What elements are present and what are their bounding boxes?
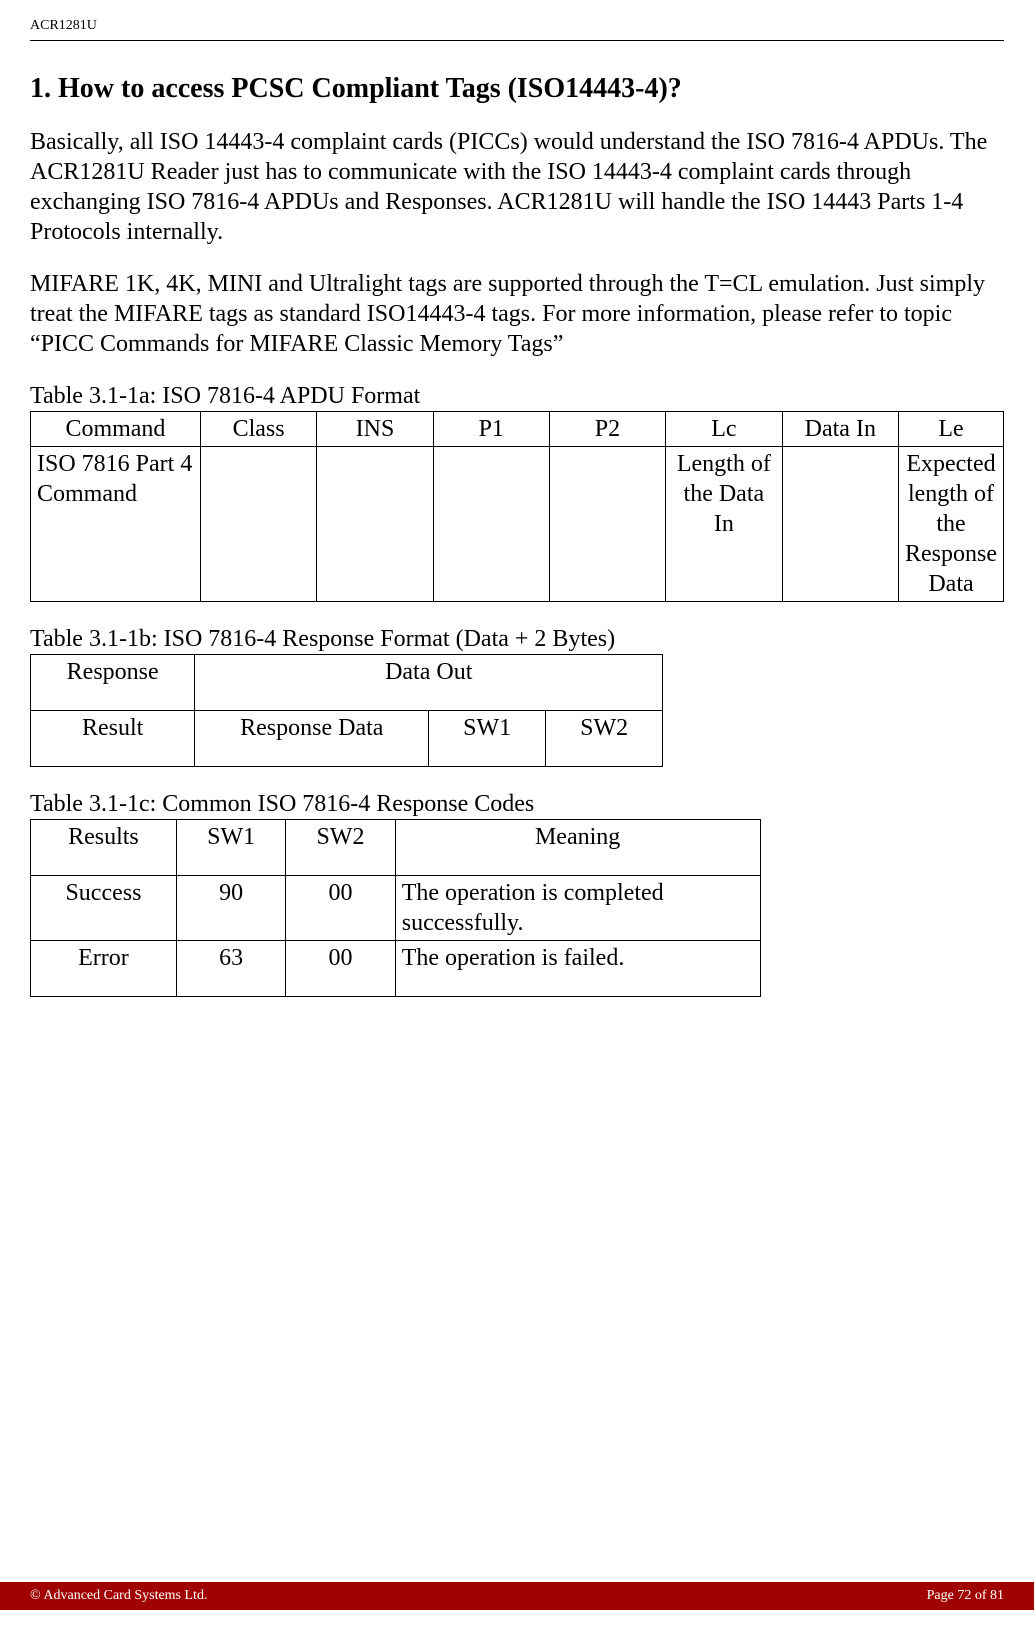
table-cell: ISO 7816 Part 4 Command bbox=[31, 447, 201, 602]
table-row: Command Class INS P1 P2 Lc Data In Le bbox=[31, 412, 1004, 447]
header-divider bbox=[30, 40, 1004, 41]
table-cell bbox=[200, 447, 316, 602]
footer-copyright: © Advanced Card Systems Ltd. bbox=[30, 1588, 207, 1604]
table-header-cell: P2 bbox=[549, 412, 665, 447]
table-cell: SW2 bbox=[546, 711, 663, 767]
table-header-cell: Data In bbox=[782, 412, 898, 447]
section-title: 1. How to access PCSC Compliant Tags (IS… bbox=[30, 73, 1004, 105]
table-c: Results SW1 SW2 Meaning Success 90 00 Th… bbox=[30, 819, 761, 997]
table-cell: Response Data bbox=[195, 711, 429, 767]
table-cell bbox=[433, 447, 549, 602]
table-cell: 00 bbox=[286, 941, 395, 997]
table-cell: Result bbox=[31, 711, 195, 767]
table-header-cell: Class bbox=[200, 412, 316, 447]
table-cell: The operation is failed. bbox=[395, 941, 760, 997]
table-cell: Error bbox=[31, 941, 177, 997]
table-c-caption: Table 3.1-1c: Common ISO 7816-4 Response… bbox=[30, 789, 1004, 819]
footer-page-number: Page 72 of 81 bbox=[927, 1588, 1004, 1604]
table-row: Error 63 00 The operation is failed. bbox=[31, 941, 761, 997]
table-row: ISO 7816 Part 4 Command Length of the Da… bbox=[31, 447, 1004, 602]
table-b-caption: Table 3.1-1b: ISO 7816-4 Response Format… bbox=[30, 624, 1004, 654]
page: ACR1281U 1. How to access PCSC Compliant… bbox=[0, 0, 1034, 1628]
table-row: Response Data Out bbox=[31, 655, 663, 711]
table-a-caption: Table 3.1-1a: ISO 7816-4 APDU Format bbox=[30, 381, 1004, 411]
table-header-cell: Lc bbox=[666, 412, 783, 447]
table-cell: Data Out bbox=[195, 655, 663, 711]
table-cell: 90 bbox=[176, 876, 285, 941]
table-row: Success 90 00 The operation is completed… bbox=[31, 876, 761, 941]
page-footer: © Advanced Card Systems Ltd. Page 72 of … bbox=[0, 1582, 1034, 1610]
table-header-cell: Le bbox=[898, 412, 1003, 447]
table-cell: The operation is completed successfully. bbox=[395, 876, 760, 941]
table-cell: 00 bbox=[286, 876, 395, 941]
paragraph-intro-2: MIFARE 1K, 4K, MINI and Ultralight tags … bbox=[30, 269, 1004, 359]
table-cell bbox=[782, 447, 898, 602]
table-header-cell: SW2 bbox=[286, 820, 395, 876]
table-header-cell: SW1 bbox=[176, 820, 285, 876]
table-a: Command Class INS P1 P2 Lc Data In Le IS… bbox=[30, 411, 1004, 602]
table-cell: Expected length of the Response Data bbox=[898, 447, 1003, 602]
table-b: Response Data Out Result Response Data S… bbox=[30, 654, 663, 767]
table-cell: SW1 bbox=[429, 711, 546, 767]
table-cell bbox=[317, 447, 433, 602]
table-header-cell: INS bbox=[317, 412, 433, 447]
table-header-cell: Results bbox=[31, 820, 177, 876]
table-row: Result Response Data SW1 SW2 bbox=[31, 711, 663, 767]
table-header-cell: Command bbox=[31, 412, 201, 447]
document-header-id: ACR1281U bbox=[30, 18, 1004, 40]
table-cell: Length of the Data In bbox=[666, 447, 783, 602]
table-cell: 63 bbox=[176, 941, 285, 997]
table-row: Results SW1 SW2 Meaning bbox=[31, 820, 761, 876]
table-cell: Response bbox=[31, 655, 195, 711]
table-header-cell: P1 bbox=[433, 412, 549, 447]
table-cell bbox=[549, 447, 665, 602]
table-header-cell: Meaning bbox=[395, 820, 760, 876]
table-cell: Success bbox=[31, 876, 177, 941]
paragraph-intro-1: Basically, all ISO 14443-4 complaint car… bbox=[30, 127, 1004, 247]
